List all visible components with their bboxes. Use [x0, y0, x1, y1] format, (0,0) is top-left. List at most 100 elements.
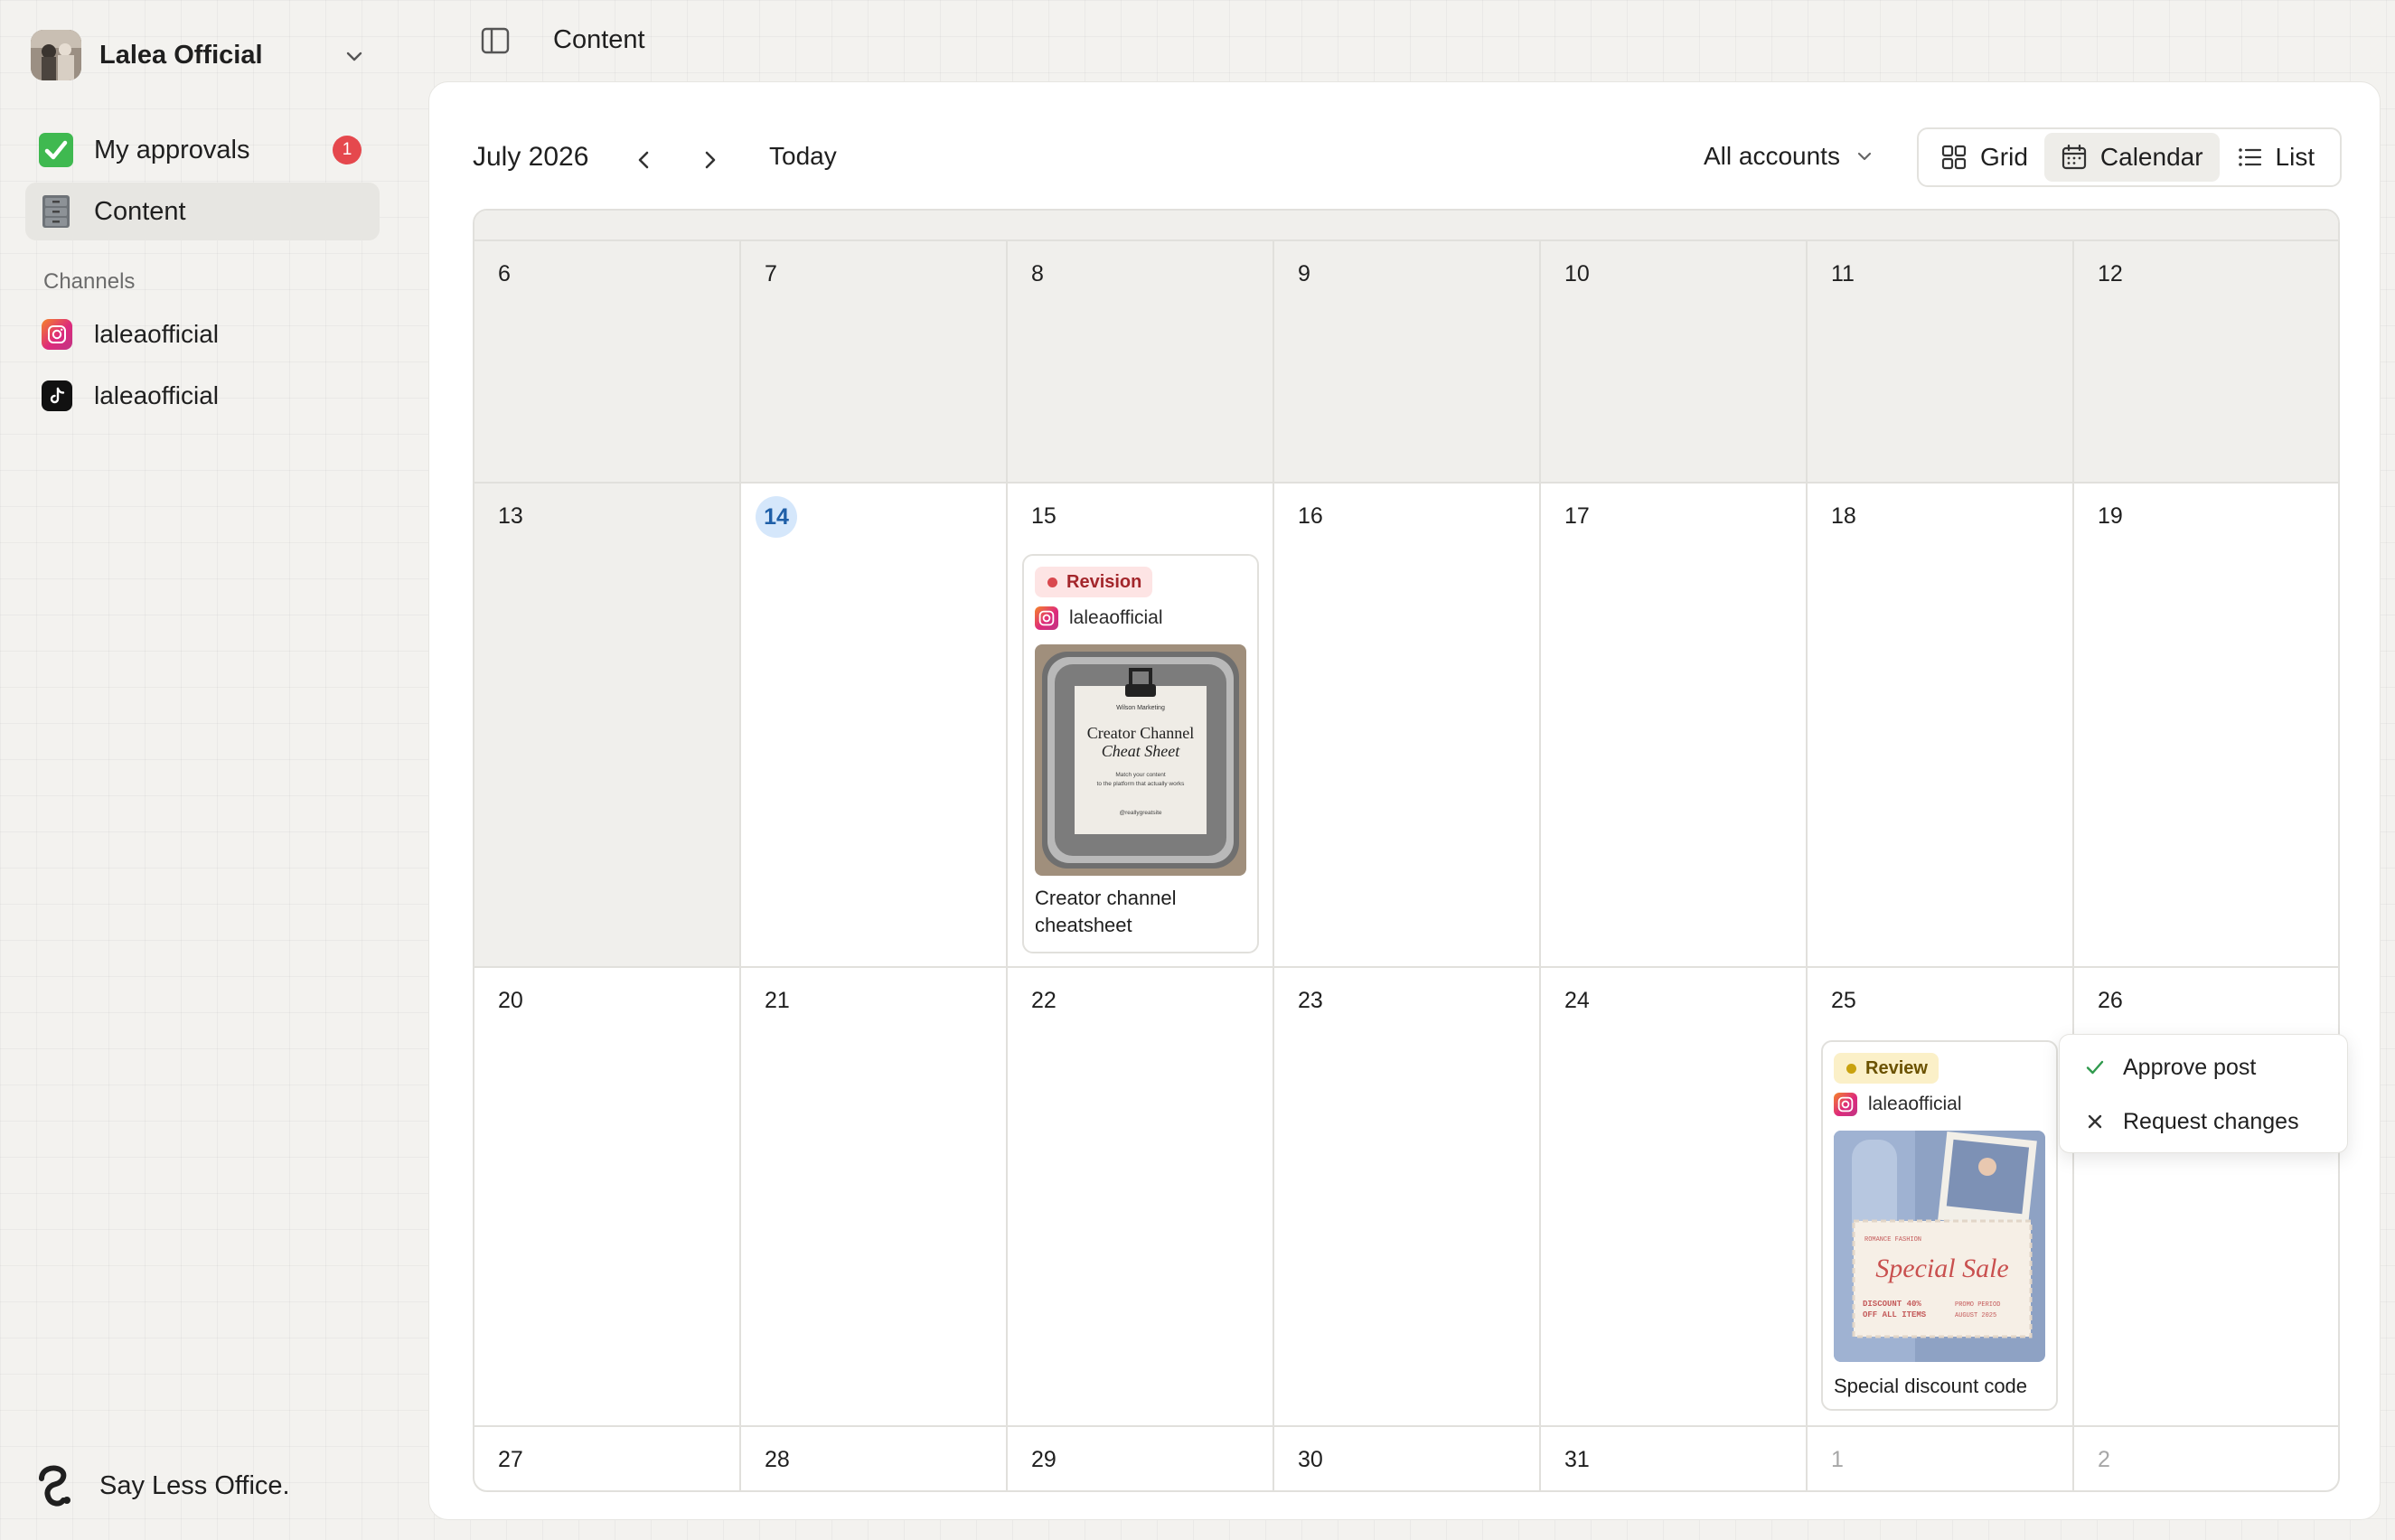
day-cell[interactable]: 27 [474, 1427, 741, 1490]
day-number: 13 [498, 503, 523, 529]
day-cell[interactable]: 9 [1274, 241, 1541, 484]
day-number: 11 [1831, 261, 1855, 286]
day-number: 22 [1031, 988, 1057, 1013]
day-cell[interactable]: 6 [474, 241, 741, 484]
day-number: 1 [1831, 1447, 1844, 1472]
post-title: Special discount code [1834, 1375, 2028, 1397]
status-dot [1047, 577, 1057, 587]
status-label: Review [1865, 1057, 1928, 1078]
day-number: 31 [1564, 1447, 1590, 1472]
day-cell[interactable]: 18 [1808, 484, 2074, 968]
channel-tiktok[interactable]: laleaofficial [42, 378, 219, 414]
calendar-header-row [474, 211, 2338, 241]
day-cell[interactable]: 23 [1274, 968, 1541, 1427]
view-calendar-button[interactable]: Calendar [2043, 133, 2220, 182]
grid-icon [1941, 145, 1967, 170]
day-number: 8 [1031, 261, 1044, 286]
approve-post-button[interactable]: Approve post [2083, 1049, 2256, 1085]
today-button[interactable]: Today [769, 142, 837, 171]
view-list-button[interactable]: List [2220, 133, 2332, 182]
check-mark-icon [38, 132, 74, 168]
request-changes-button[interactable]: Request changes [2083, 1103, 2299, 1140]
post-account: laleaofficial [1035, 606, 1163, 630]
day-cell[interactable]: 16 [1274, 484, 1541, 968]
approval-actions-menu: Approve post Request changes [2059, 1034, 2348, 1153]
day-cell[interactable]: 8 [1008, 241, 1274, 484]
day-number: 21 [765, 988, 790, 1013]
day-cell[interactable]: 22 [1008, 968, 1274, 1427]
post-card-revision[interactable]: Revision laleaofficial Wilson Marketing … [1022, 554, 1259, 953]
day-cell[interactable]: 17 [1541, 484, 1808, 968]
day-number: 30 [1298, 1447, 1323, 1472]
nav-my-approvals[interactable]: My approvals 1 [25, 121, 380, 179]
status-dot [1846, 1063, 1856, 1074]
day-cell[interactable]: 11 [1808, 241, 2074, 484]
post-card-review[interactable]: Review laleaofficial ROMANCE FASHION Spe… [1821, 1040, 2058, 1411]
day-cell[interactable]: 7 [741, 241, 1008, 484]
day-cell[interactable]: 30 [1274, 1427, 1541, 1490]
view-grid-button[interactable]: Grid [1924, 133, 2044, 182]
day-number: 25 [1831, 988, 1856, 1013]
accounts-filter[interactable]: All accounts [1704, 142, 1874, 171]
day-cell[interactable]: 19 [2074, 484, 2338, 968]
channel-instagram[interactable]: laleaofficial [42, 316, 219, 352]
day-number: 23 [1298, 988, 1323, 1013]
day-cell[interactable]: 29 [1008, 1427, 1274, 1490]
day-number: 20 [498, 988, 523, 1013]
brand-name: Say Less Office. [99, 1470, 290, 1500]
day-cell[interactable]: 10 [1541, 241, 1808, 484]
status-badge-review: Review [1834, 1053, 1939, 1084]
day-cell[interactable]: 20 [474, 968, 741, 1427]
workspace-switcher[interactable]: Lalea Official [31, 27, 367, 83]
view-label: List [2275, 143, 2315, 171]
status-badge-revision: Revision [1035, 567, 1153, 597]
workspace-name: Lalea Official [99, 40, 263, 70]
nav-content[interactable]: Content [25, 183, 380, 240]
day-number: 15 [1031, 503, 1057, 529]
thumbnail-text: PROMO PERIOD [1955, 1301, 2000, 1309]
day-cell[interactable]: 12 [2074, 241, 2338, 484]
day-cell-next-month[interactable]: 2 [2074, 1427, 2338, 1490]
thumbnail-text: Cheat Sheet [1102, 742, 1180, 760]
sidebar-toggle-icon[interactable] [477, 25, 513, 58]
close-icon [2088, 1114, 2102, 1129]
nav-label: Content [94, 196, 186, 226]
day-number: 19 [2098, 503, 2123, 529]
day-number: 29 [1031, 1447, 1057, 1472]
brand-logo-icon [39, 1465, 70, 1507]
day-cell-today[interactable]: 14 [741, 484, 1008, 968]
day-cell-next-month[interactable]: 1 [1808, 1427, 2074, 1490]
accounts-filter-label: All accounts [1704, 142, 1840, 170]
instagram-icon [42, 319, 72, 350]
main-panel: July 2026 Today All accounts Grid Calend… [428, 81, 2381, 1520]
sidebar: Lalea Official My approvals 1 Content Ch… [0, 0, 427, 1540]
day-number: 26 [2098, 988, 2123, 1013]
calendar-grid: 6 7 8 9 10 11 12 13 14 15 16 17 18 19 20… [473, 209, 2340, 1492]
view-switcher: Grid Calendar List [1917, 127, 2342, 187]
day-cell[interactable]: 28 [741, 1427, 1008, 1490]
thumbnail-text: to the platform that actually works [1097, 781, 1186, 787]
thumbnail-text: ROMANCE FASHION [1864, 1236, 1921, 1244]
day-cell[interactable]: 24 [1541, 968, 1808, 1427]
instagram-icon [1035, 606, 1058, 630]
chevron-left-icon[interactable] [626, 142, 662, 178]
file-cabinet-icon [38, 193, 74, 230]
day-cell[interactable]: 13 [474, 484, 741, 968]
brand-footer: Say Less Office. [36, 1464, 290, 1507]
chevron-right-icon[interactable] [691, 142, 728, 178]
check-icon [2086, 1060, 2104, 1075]
thumbnail-text: @reallygreatsite [1119, 810, 1161, 816]
instagram-icon [1834, 1093, 1857, 1116]
tiktok-icon [42, 380, 72, 411]
chevron-down-icon [1857, 152, 1872, 161]
day-cell[interactable]: 21 [741, 968, 1008, 1427]
day-cell[interactable]: 31 [1541, 1427, 1808, 1490]
day-number: 7 [765, 261, 777, 286]
thumbnail-text: DISCOUNT 40% [1863, 1300, 1921, 1309]
thumbnail-text: Match your content [1115, 772, 1165, 778]
month-label: July 2026 [473, 142, 589, 172]
workspace-avatar [31, 30, 81, 80]
calendar-icon [2062, 144, 2087, 170]
day-number: 2 [2098, 1447, 2110, 1472]
today-marker: 14 [756, 496, 797, 538]
